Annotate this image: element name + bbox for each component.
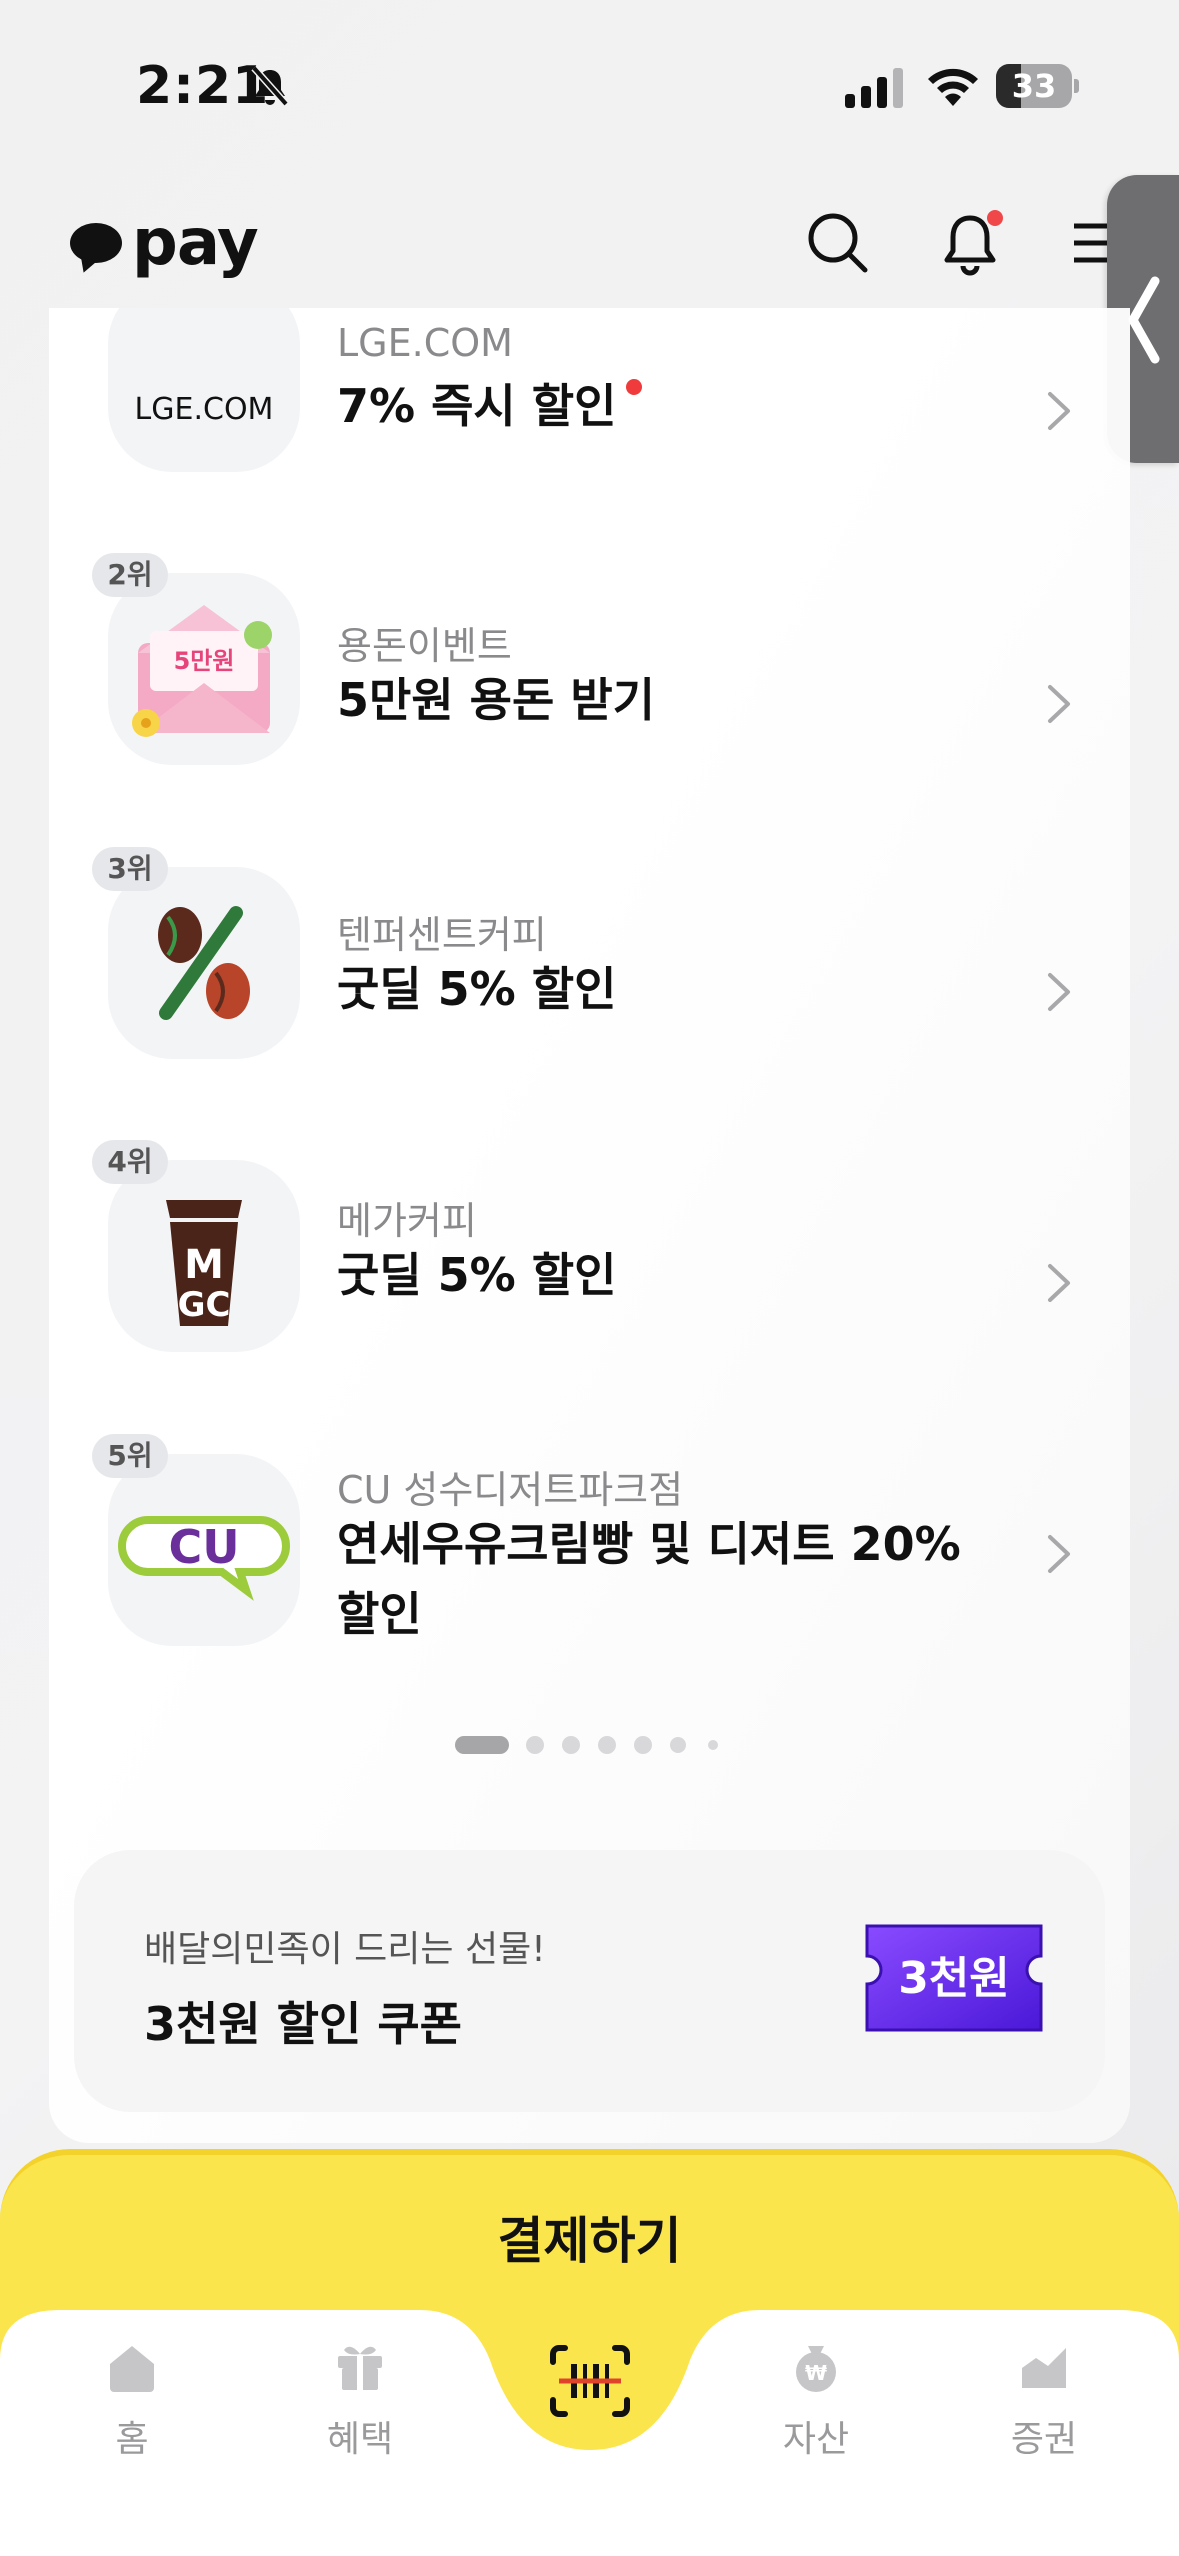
promo-subtitle: 배달의민족이 드리는 선물! — [144, 1929, 546, 1970]
rank-badge: 5위 — [92, 1434, 168, 1478]
search-icon[interactable] — [805, 210, 871, 276]
merchant-name: LGE.COM — [337, 321, 513, 365]
new-dot — [626, 379, 643, 395]
cellular-signal-icon — [845, 68, 903, 108]
page-dot — [562, 1736, 580, 1754]
baemin-coupon-banner[interactable]: 배달의민족이 드리는 선물! 3천원 할인 쿠폰 3천원 — [74, 1850, 1105, 2112]
tab-label: 혜택 — [326, 2419, 394, 2460]
app-header: pay — [0, 180, 1179, 310]
offer-title: 연세우유크림빵 및 디저트 20% 할인 — [337, 1517, 961, 1641]
chevron-right-icon — [1048, 1535, 1070, 1573]
page-indicator — [49, 1728, 1130, 1758]
battery-percent: 33 — [1011, 67, 1057, 105]
status-bar: 2:21 33 — [0, 0, 1179, 170]
page-dot — [526, 1736, 544, 1754]
promo-title: 3천원 할인 쿠폰 — [144, 1997, 462, 2051]
merchant-name: 메가커피 — [337, 1199, 477, 1243]
svg-text:GC: GC — [178, 1285, 231, 1325]
page-dot — [708, 1740, 718, 1750]
offer-title: 굿딜 5% 할인 — [337, 962, 617, 1016]
notification-dot — [987, 210, 1003, 226]
chat-bubble-icon — [70, 223, 122, 263]
merchant-name: CU 성수디저트파크점 — [337, 1468, 684, 1512]
rank-badge: 4위 — [92, 1140, 168, 1184]
tab-label: 홈 — [115, 2419, 149, 2460]
notification-button[interactable] — [937, 208, 1003, 278]
bell-off-icon — [251, 65, 289, 107]
tab-home[interactable]: 홈 — [52, 2330, 212, 2460]
tab-label: 자산 — [782, 2419, 850, 2460]
offer-title: 5만원 용돈 받기 — [337, 673, 655, 727]
offer-title: 7% 즉시 할인 — [337, 371, 1017, 441]
chart-icon — [1022, 2348, 1066, 2388]
tab-assets[interactable]: ₩ 자산 — [736, 2330, 896, 2460]
chevron-right-icon — [1048, 973, 1070, 1011]
cu-logo-text: CU — [168, 1520, 240, 1574]
lge-logo: LGE.COM — [134, 392, 274, 427]
merchant-name: 용돈이벤트 — [337, 624, 512, 668]
chevron-right-icon — [1048, 1264, 1070, 1302]
wifi-icon — [928, 68, 978, 106]
ranking-item-3[interactable]: 3위 텐퍼센트커피 굿딜 5% 할인 — [49, 847, 1130, 1097]
home-icon — [110, 2346, 154, 2392]
coupon-ticket-icon: 3천원 — [865, 1924, 1043, 2032]
page-dot — [634, 1736, 652, 1754]
mega-coffee-cup-icon: M GC — [166, 1200, 242, 1326]
tab-securities[interactable]: 증권 — [964, 2330, 1124, 2460]
merchant-thumbnail: M GC — [108, 1160, 300, 1352]
logo-text: pay — [132, 206, 259, 280]
battery-indicator: 33 — [996, 64, 1079, 108]
money-bag-icon: ₩ — [796, 2346, 836, 2392]
scan-icon — [550, 2345, 630, 2417]
page-dot — [598, 1736, 616, 1754]
tab-pay-scan[interactable] — [527, 2326, 653, 2436]
offer-title: 굿딜 5% 할인 — [337, 1248, 617, 1302]
merchant-thumbnail: 5만원 — [108, 573, 300, 765]
benefit-ranking-card: LGE.COM LGE.COM 7% 즉시 할인 2위 5만원 용돈이벤트 5만… — [49, 308, 1130, 2143]
percent-coffee-icon — [158, 906, 250, 1020]
ranking-item-2[interactable]: 2위 5만원 용돈이벤트 5만원 용돈 받기 — [49, 553, 1130, 803]
page-dot-active — [455, 1736, 509, 1754]
svg-text:₩: ₩ — [805, 2361, 827, 2385]
kakaopay-logo[interactable]: pay — [70, 206, 259, 280]
tab-label: 증권 — [1010, 2419, 1078, 2460]
coupon-label: 3천원 — [898, 1953, 1010, 2004]
merchant-thumbnail: LGE.COM — [108, 308, 300, 472]
chevron-right-icon — [1048, 392, 1070, 430]
ranking-item-5[interactable]: 5위 CU CU 성수디저트파크점 연세우유크림빵 및 디저트 20% 할인 — [49, 1434, 1130, 1694]
bottom-tab-bar: 홈 혜택 ₩ 자산 증권 — [0, 2300, 1179, 2556]
merchant-thumbnail — [108, 867, 300, 1059]
envelope-label: 5만원 — [173, 647, 235, 675]
page-dot — [670, 1737, 686, 1753]
pay-button-label: 결제하기 — [497, 2212, 682, 2270]
tab-benefits[interactable]: 혜택 — [280, 2330, 440, 2460]
rank-badge: 2위 — [92, 553, 168, 597]
merchant-thumbnail: CU — [108, 1454, 300, 1646]
gift-icon — [338, 2346, 382, 2390]
chevron-right-icon — [1048, 685, 1070, 723]
merchant-name: 텐퍼센트커피 — [337, 913, 547, 957]
ranking-item-1[interactable]: LGE.COM LGE.COM 7% 즉시 할인 — [49, 308, 1130, 508]
ranking-item-4[interactable]: 4위 M GC 메가커피 굿딜 5% 할인 — [49, 1140, 1130, 1390]
rank-badge: 3위 — [92, 847, 168, 891]
svg-text:M: M — [184, 1242, 224, 1288]
